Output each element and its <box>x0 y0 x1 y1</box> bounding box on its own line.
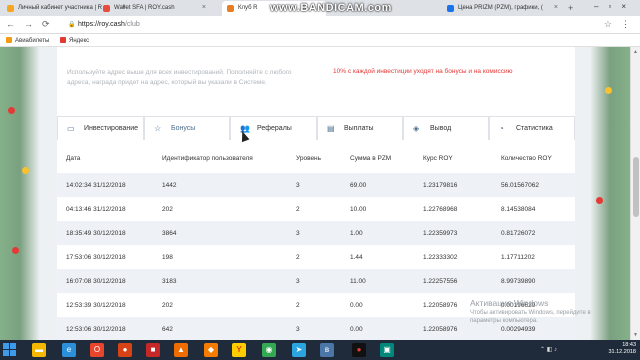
chrome-icon[interactable]: ◉ <box>262 343 276 357</box>
ornament-icon <box>605 87 612 94</box>
tray-icons[interactable]: ⌃ ◧ ♪ <box>540 346 557 353</box>
bookmark-yandex[interactable]: Яндекс <box>60 37 89 44</box>
club-tabs: ▭ Инвестирование ☆ Бонусы 👥 Рефералы ▤ Выпла… <box>57 116 575 140</box>
scroll-down-icon[interactable]: ▼ <box>633 332 638 338</box>
ornament-icon <box>8 107 15 114</box>
browser-tab-bar: Личный кабинет участника | R × Wallet SFA… <box>0 0 640 16</box>
bookmarks-bar: Авиабилеты Яндекс <box>0 34 640 47</box>
table-row: 18:35:49 30/12/2018 3864 3 1.00 1.22359973 0.… <box>57 221 575 245</box>
column-header: Уровень <box>296 155 322 162</box>
club-panel: Используйте адрес выше для всех инвестир… <box>57 47 575 340</box>
column-header: Дата <box>66 155 81 162</box>
scroll-up-icon[interactable]: ▲ <box>633 49 638 55</box>
tab-bonuses[interactable]: ☆ Бонусы <box>144 116 230 140</box>
app-icon[interactable]: ▣ <box>380 343 394 357</box>
withdraw-icon: ◈ <box>413 124 420 133</box>
page-scrollbar[interactable]: ▲ ▼ <box>630 47 640 340</box>
window-controls[interactable]: –▫× <box>594 2 636 11</box>
forward-icon[interactable]: → <box>24 19 33 29</box>
yandex-icon <box>60 37 66 43</box>
opera-icon[interactable]: O <box>90 343 104 357</box>
tab-payouts[interactable]: ▤ Выплаты <box>317 116 403 140</box>
address-bar: ← → ⟳ 🔒 https://roy.cash/club ☆ ⋮ <box>0 16 640 34</box>
url-field[interactable]: 🔒 https://roy.cash/club <box>66 19 606 31</box>
column-header: Идентификатор пользователя <box>162 155 253 162</box>
browser-tab-4[interactable]: Цена PRIZM (PZM), графики, (× <box>442 1 562 16</box>
reload-icon[interactable]: ⟳ <box>42 19 50 30</box>
ornament-icon <box>22 167 29 174</box>
browser-menu-icon[interactable]: ⋮ <box>621 19 630 30</box>
christmas-decoration-left <box>0 47 40 340</box>
close-tab-icon[interactable]: × <box>554 4 558 11</box>
page-content: Используйте адрес выше для всех инвестир… <box>0 47 640 340</box>
vk-icon[interactable]: в <box>320 343 334 357</box>
tab-statistics[interactable]: ◔ Статистика <box>489 116 575 140</box>
ornament-icon <box>596 197 603 204</box>
app-icon[interactable]: ■ <box>146 343 160 357</box>
ie-icon[interactable]: e <box>62 343 76 357</box>
table-header: Дата Идентификатор пользователя Уровень … <box>57 140 575 173</box>
favicon-icon <box>103 5 110 12</box>
ornament-icon <box>12 247 19 254</box>
back-icon[interactable]: ← <box>6 19 15 29</box>
card-icon: ▤ <box>327 124 335 133</box>
column-header: Количество ROY <box>501 155 552 162</box>
tab-investing[interactable]: ▭ Инвестирование <box>57 116 144 140</box>
app-icon[interactable]: ◆ <box>204 343 218 357</box>
table-row: 16:07:08 30/12/2018 3183 3 11.00 1.22257556 8… <box>57 269 575 293</box>
table-row: 14:02:34 31/12/2018 1442 3 69.00 1.23179816 5… <box>57 173 575 197</box>
commission-info-text: 10% с каждой инвестиции уходят на бонусы… <box>333 68 513 75</box>
bandicam-icon[interactable]: ● <box>352 343 366 357</box>
windows-activation-notice: Активация Windows Чтобы активировать Win… <box>470 298 591 324</box>
windows-taskbar: ▬ e O ● ■ ▲ ◆ Y ◉ ➤ в ● ▣ ⌃ ◧ ♪ 18:43 31… <box>0 340 640 360</box>
favicon-icon <box>227 5 234 12</box>
app-icon[interactable]: ● <box>118 343 132 357</box>
favicon-icon <box>7 5 14 12</box>
address-info-text: Используйте адрес выше для всех инвестир… <box>67 69 292 86</box>
telegram-icon[interactable]: ➤ <box>292 343 306 357</box>
table-row: 17:53:06 30/12/2018 198 2 1.44 1.22333302 1.1… <box>66 254 535 261</box>
column-header: Курс ROY <box>423 155 453 162</box>
wallet-icon: ▭ <box>67 124 75 133</box>
tab-withdraw[interactable]: ◈ Вывод <box>403 116 489 140</box>
column-header: Сумма в PZM <box>350 155 392 162</box>
star-icon: ☆ <box>154 124 162 133</box>
bookmark-aviabilety[interactable]: Авиабилеты <box>6 37 49 44</box>
app-icon[interactable]: ▲ <box>174 343 188 357</box>
favicon-icon <box>447 5 454 12</box>
new-tab-icon[interactable]: + <box>568 3 573 13</box>
stats-icon: ◔ <box>499 124 504 133</box>
table-row: 04:13:46 31/12/2018 202 2 10.00 1.22768968 8.… <box>66 206 536 213</box>
recorder-watermark: www.BANDICAM.com <box>270 2 392 14</box>
plane-icon <box>6 37 12 43</box>
yandex-browser-icon[interactable]: Y <box>232 343 246 357</box>
lock-icon: 🔒 <box>68 22 76 28</box>
browser-tab-2[interactable]: Wallet SFA | ROY.cash × <box>98 1 210 16</box>
file-explorer-icon[interactable]: ▬ <box>32 343 46 357</box>
bookmark-star-icon[interactable]: ☆ <box>604 19 612 30</box>
scrollbar-thumb[interactable] <box>633 157 639 217</box>
system-clock[interactable]: 18:43 31.12.2018 <box>608 342 636 356</box>
windows-start-icon[interactable] <box>3 343 17 357</box>
close-tab-icon[interactable]: × <box>202 4 206 11</box>
